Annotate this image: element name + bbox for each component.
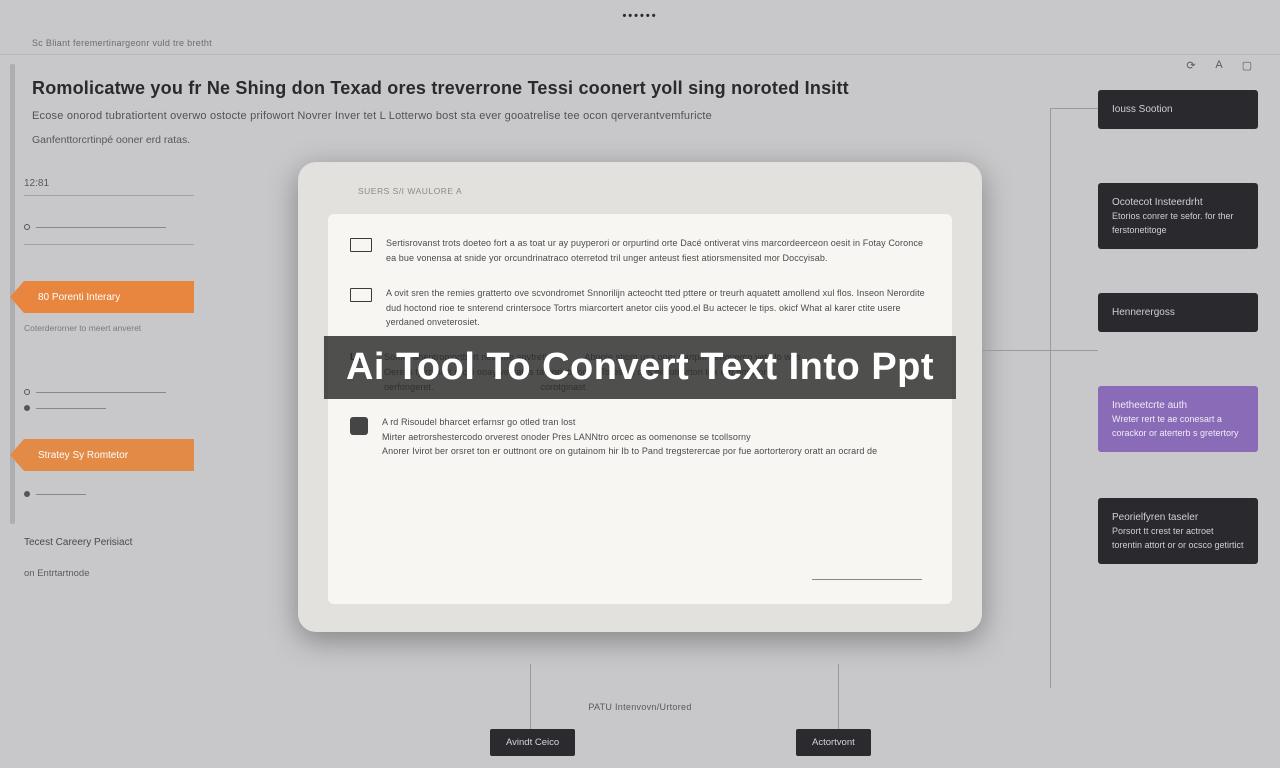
- top-right-toolbar: ⟳ A ▢: [1184, 58, 1254, 72]
- right-card[interactable]: Ocotecot Insteerdrht Etorios conrer te s…: [1098, 183, 1258, 249]
- card-body: Wreter rert te ae conesart a corackor or…: [1112, 414, 1239, 438]
- doc-section: Sertisrovanst trots doeteo fort a as toa…: [350, 236, 926, 266]
- screen-bottom-line: [812, 579, 922, 580]
- rect-icon: [350, 238, 372, 252]
- page-subtitle-1: Ecose onorod tubratiortent overwo ostoct…: [32, 110, 712, 122]
- section-text: A ovit sren the remies gratterto ove scv…: [386, 286, 926, 331]
- text-icon[interactable]: A: [1212, 58, 1226, 72]
- line-decor: [36, 494, 86, 495]
- bottom-center-label: PATU Intenvovn/Urtored: [588, 702, 691, 712]
- dot-icon: [24, 224, 30, 230]
- tag-button-2[interactable]: Stratey Sy Romtetor: [24, 439, 194, 471]
- bottom-chip-left[interactable]: Avindt Ceico: [490, 729, 575, 756]
- section-text: Sertisrovanst trots doeteo fort a as toa…: [386, 236, 926, 266]
- connector: [838, 664, 839, 734]
- overlay-title: Ai Tool To Convert Text Into Ppt: [324, 336, 956, 399]
- connector: [530, 664, 531, 734]
- tag-button-1[interactable]: 80 Porenti Interary: [24, 281, 194, 313]
- right-card[interactable]: Iouss Sootion: [1098, 90, 1258, 129]
- refresh-icon[interactable]: ⟳: [1184, 58, 1198, 72]
- card-title: Ocotecot Insteerdrht: [1112, 195, 1244, 210]
- left-footer-label: Tecest Careery Perisiact: [24, 537, 264, 548]
- tag-label: Stratey Sy Romtetor: [38, 450, 128, 461]
- rect-icon: [350, 288, 372, 302]
- slider-line-2[interactable]: [24, 389, 264, 395]
- tag-subtext: Coterderorner to meert anveret: [24, 323, 204, 333]
- right-card-highlighted[interactable]: Inetheetcrte auth Wreter rert te ae cone…: [1098, 386, 1258, 452]
- card-body: Etorios conrer te sefor. for ther fersto…: [1112, 211, 1234, 235]
- slider-line-1[interactable]: [24, 224, 264, 230]
- tablet-top-label: SUERS S/I WAULORE A: [358, 186, 952, 196]
- card-title: Inetheetcrte auth: [1112, 398, 1244, 413]
- save-icon[interactable]: ▢: [1240, 58, 1254, 72]
- breadcrumb: Sc Bliant feremertinargeonr vuld tre bre…: [32, 38, 212, 48]
- left-footer-sub: on Entrtartnode: [24, 568, 264, 579]
- bottom-chip-right[interactable]: Actortvont: [796, 729, 871, 756]
- badge-icon: [350, 417, 368, 435]
- top-dots-decor: ••••••: [622, 10, 657, 22]
- card-title: Peorielfyren taseler: [1112, 510, 1244, 525]
- line-decor: [36, 392, 166, 393]
- time-marker: 12:81: [24, 178, 264, 189]
- doc-section: A rd Risoudel bharcet erfarnsr go otled …: [350, 415, 926, 460]
- line-decor: [36, 408, 106, 409]
- page-title: Romolicatwe you fr Ne Shing don Texad or…: [32, 78, 849, 99]
- dot-icon: [24, 389, 30, 395]
- right-card[interactable]: Hennerergoss: [1098, 293, 1258, 332]
- slider-line-4[interactable]: [24, 491, 264, 497]
- right-panel: Iouss Sootion Ocotecot Insteerdrht Etori…: [1028, 90, 1258, 588]
- section-text: A rd Risoudel bharcet erfarnsr go otled …: [382, 415, 877, 460]
- dot-icon: [24, 405, 30, 411]
- top-divider: [0, 54, 1280, 55]
- document-screen: Sertisrovanst trots doeteo fort a as toa…: [328, 214, 952, 604]
- slider-line-3[interactable]: [24, 405, 264, 411]
- doc-section: A ovit sren the remies gratterto ove scv…: [350, 286, 926, 331]
- left-divider: [24, 195, 194, 196]
- page-subtitle-2: Ganfenttorcrtinpé ooner erd ratas.: [32, 134, 190, 146]
- dot-icon: [24, 491, 30, 497]
- left-panel: 12:81 80 Porenti Interary Coterderorner …: [24, 178, 264, 579]
- tag-label: 80 Porenti Interary: [38, 292, 120, 303]
- left-divider: [24, 244, 194, 245]
- line-decor: [36, 227, 166, 228]
- card-title: Hennerergoss: [1112, 305, 1244, 320]
- card-title: Iouss Sootion: [1112, 102, 1244, 117]
- right-card[interactable]: Peorielfyren taseler Porsort tt crest te…: [1098, 498, 1258, 564]
- card-body: Porsort tt crest ter actroet torentin at…: [1112, 526, 1244, 550]
